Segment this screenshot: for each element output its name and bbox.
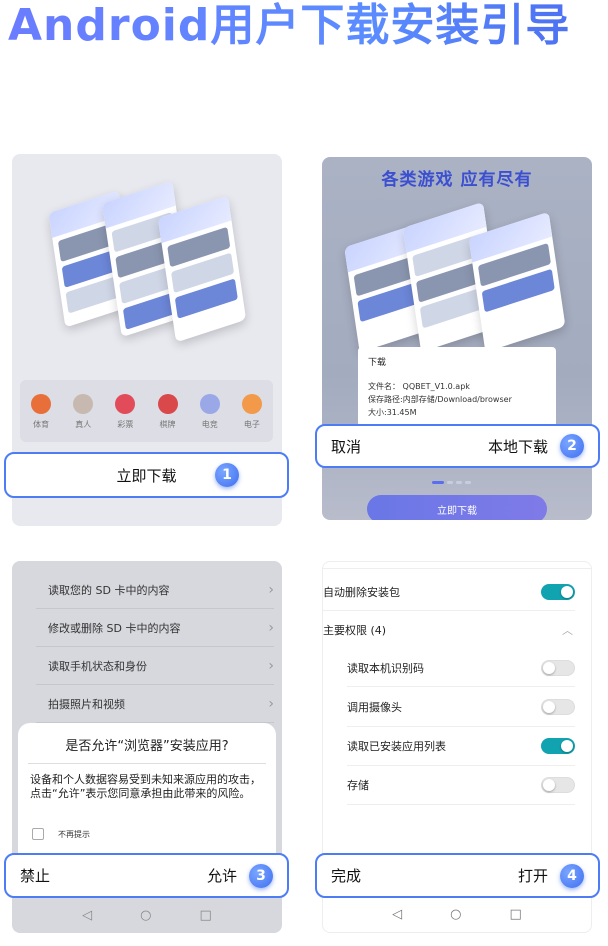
- slots-icon: [241, 394, 262, 414]
- chevron-right-icon: ›: [268, 581, 274, 598]
- permission-list: 读取您的 SD 卡中的内容 › 修改或删除 SD 卡中的内容 › 读取手机状态和…: [12, 571, 282, 723]
- permission-row: 读取已安装应用列表: [323, 736, 591, 756]
- recent-apps-icon[interactable]: □: [510, 907, 522, 922]
- cancel-button[interactable]: 取消: [331, 436, 361, 457]
- page-title: Android用户下载安装引导: [8, 0, 608, 56]
- local-download-button[interactable]: 本地下载: [488, 436, 548, 457]
- chevron-up-icon: ︿: [562, 624, 573, 637]
- open-group: 打开 4: [518, 863, 584, 888]
- list-item[interactable]: 拍摄照片和视频 ›: [36, 685, 274, 723]
- download-dialog-title: 下载: [368, 358, 387, 368]
- home-icon[interactable]: ○: [140, 908, 151, 923]
- permission-toggle[interactable]: [541, 777, 575, 793]
- game-category-slots: 电子: [241, 394, 262, 430]
- install-confirm-bar: 禁止 允许 3: [4, 853, 289, 898]
- allow-group: 允许 3: [207, 863, 273, 888]
- download-now-button[interactable]: 立即下载 1: [4, 452, 289, 498]
- install-complete-bar: 完成 打开 4: [315, 853, 600, 898]
- local-download-group: 本地下载 2: [488, 434, 584, 458]
- permission-toggle[interactable]: [541, 699, 575, 715]
- permission-toggle[interactable]: [541, 738, 575, 754]
- allow-button[interactable]: 允许: [207, 865, 237, 886]
- risk-message: 设备和个人数据容易受到未知来源应用的攻击，点击“允许”表示您同意承担由此带来的风…: [30, 773, 261, 800]
- permission-row: 存储: [323, 775, 591, 795]
- live-casino-icon: [73, 394, 94, 414]
- game-category-sports: 体育: [31, 394, 52, 430]
- sports-icon: [31, 394, 52, 414]
- chevron-right-icon: ›: [268, 657, 274, 674]
- download-confirm-bar: 取消 本地下载 2: [315, 424, 600, 468]
- download-now-button-secondary[interactable]: 立即下载: [367, 495, 547, 520]
- file-size-text: 大小:31.45M: [368, 408, 417, 417]
- step-badge-4: 4: [560, 863, 584, 888]
- game-category-live: 真人: [73, 394, 94, 430]
- auto-delete-row: 自动删除安装包: [323, 582, 591, 602]
- download-dialog: 下载 文件名： QQBET_V1.0.apk 保存路径:内部存储/Downloa…: [358, 347, 556, 427]
- install-question: 是否允许“浏览器”安装应用?: [65, 739, 229, 754]
- chevron-right-icon: ›: [268, 619, 274, 636]
- lottery-icon: [115, 394, 136, 414]
- list-item[interactable]: 读取您的 SD 卡中的内容 ›: [36, 571, 274, 609]
- auto-delete-toggle[interactable]: [541, 584, 575, 600]
- promo-heading: 各类游戏 应有尽有: [381, 170, 533, 190]
- permission-toggle[interactable]: [541, 660, 575, 676]
- permission-row: 调用摄像头: [323, 697, 591, 717]
- deny-button[interactable]: 禁止: [20, 865, 50, 886]
- cards-icon: [157, 394, 178, 414]
- done-button[interactable]: 完成: [331, 865, 361, 886]
- open-button[interactable]: 打开: [518, 865, 548, 886]
- permission-row: 读取本机识别码: [323, 658, 591, 678]
- system-navbar: ◁ ○ □: [12, 897, 282, 933]
- save-path-text: 保存路径:内部存储/Download/browser: [368, 395, 512, 404]
- home-icon[interactable]: ○: [450, 907, 461, 922]
- recent-apps-icon[interactable]: □: [200, 908, 212, 923]
- game-category-cards: 棋牌: [157, 394, 178, 430]
- download-now-label: 立即下载: [116, 466, 177, 485]
- file-name-text: 文件名： QQBET_V1.0.apk: [368, 382, 470, 391]
- permissions-section-header[interactable]: 主要权限 (4) ︿: [323, 620, 591, 640]
- dont-ask-again-checkbox[interactable]: [32, 828, 44, 840]
- gamepad-icon: [199, 394, 220, 414]
- back-icon[interactable]: ◁: [392, 907, 402, 922]
- dont-ask-again-label: 不再提示: [58, 830, 90, 839]
- back-icon[interactable]: ◁: [82, 908, 92, 923]
- step-badge-3: 3: [249, 863, 273, 888]
- step-badge-1: 1: [215, 463, 239, 487]
- system-navbar: ◁ ○ □: [323, 896, 591, 932]
- app-preview-illustration: [48, 179, 257, 379]
- carousel-dots: [432, 481, 471, 484]
- divider: [28, 763, 266, 764]
- chevron-right-icon: ›: [268, 695, 274, 712]
- step-badge-2: 2: [560, 434, 584, 458]
- list-item[interactable]: 读取手机状态和身份 ›: [36, 647, 274, 685]
- game-category-bar: 体育 真人 彩票 棋牌 电竞 电子: [20, 380, 273, 442]
- game-category-lottery: 彩票: [115, 394, 136, 430]
- list-item[interactable]: 修改或删除 SD 卡中的内容 ›: [36, 609, 274, 647]
- game-category-esports: 电竞: [199, 394, 220, 430]
